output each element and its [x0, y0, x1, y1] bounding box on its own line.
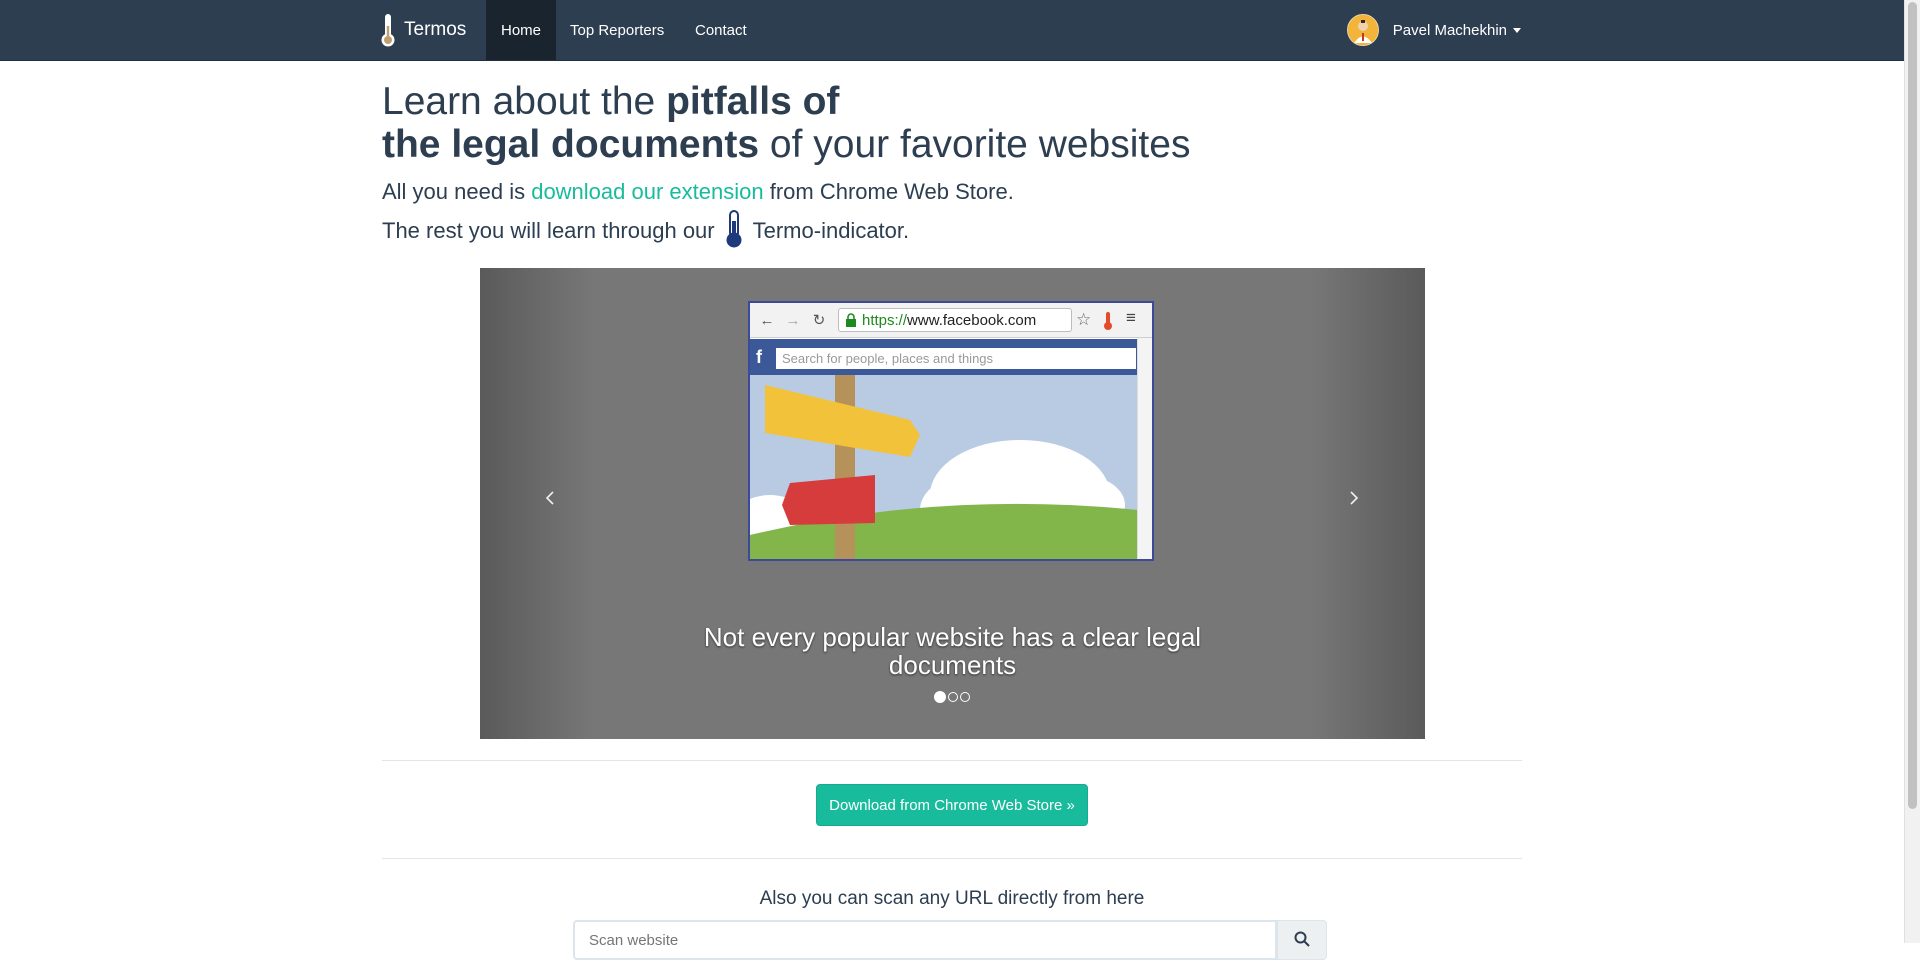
star-icon: ☆	[1076, 310, 1092, 329]
download-extension-link[interactable]: download our extension	[531, 179, 763, 204]
thermometer-icon	[381, 14, 395, 47]
download-chrome-button[interactable]: Download from Chrome Web Store »	[816, 784, 1088, 826]
carousel-indicator[interactable]	[948, 692, 958, 702]
lead-text: Termo-indicator.	[752, 217, 910, 243]
mock-address-bar: https://www.facebook.com	[838, 308, 1072, 332]
lead-text: The rest you will learn through our	[382, 217, 715, 243]
nav-home[interactable]: Home	[486, 0, 557, 60]
back-arrow-icon: ←	[759, 311, 775, 329]
thermometer-icon	[723, 209, 745, 255]
chevron-left-icon	[545, 491, 554, 505]
url-scheme: https://	[862, 311, 908, 329]
divider	[382, 858, 1522, 859]
divider	[382, 760, 1522, 761]
lead-text: All you need is	[382, 179, 532, 204]
carousel: ← → ↻ https://www.facebook.com ☆ ≡ f Sea…	[480, 268, 1425, 739]
page-title: Learn about the pitfalls of the legal do…	[382, 80, 1282, 166]
carousel-indicators	[934, 691, 970, 703]
title-bold: the legal documents	[382, 123, 760, 166]
thermometer-icon	[1104, 312, 1112, 330]
scrollbar-thumb[interactable]	[1908, 2, 1917, 809]
caret-down-icon	[1513, 27, 1521, 33]
carousel-prev-button[interactable]	[535, 483, 565, 513]
browser-screenshot: ← → ↻ https://www.facebook.com ☆ ≡ f Sea…	[748, 301, 1154, 561]
carousel-next-button[interactable]	[1339, 483, 1369, 513]
title-bold: pitfalls of	[666, 80, 840, 123]
mock-facebook-header: f Search for people, places and things	[750, 339, 1138, 375]
brand-name: Termos	[404, 19, 467, 40]
user-name: Pavel Machekhin	[1392, 21, 1507, 39]
scan-url-input[interactable]	[573, 920, 1277, 960]
avatar	[1346, 14, 1379, 46]
search-icon	[1294, 931, 1310, 947]
mock-search-box: Search for people, places and things	[776, 348, 1136, 369]
lead-line-1: All you need is download our extension f…	[382, 179, 1014, 205]
lead-line-2: The rest you will learn through our Term…	[382, 209, 909, 255]
nav-top-reporters[interactable]: Top Reporters	[555, 0, 679, 60]
brand-link[interactable]: Termos	[380, 0, 466, 60]
carousel-indicator[interactable]	[960, 692, 970, 702]
mock-toolbar: ← → ↻ https://www.facebook.com ☆ ≡	[750, 303, 1152, 338]
page-scrollbar[interactable]	[1904, 0, 1920, 943]
facebook-logo-icon: f	[756, 347, 762, 367]
signpost-illustration	[750, 375, 1138, 559]
reload-icon: ↻	[812, 312, 826, 329]
scan-title: Also you can scan any URL directly from …	[759, 888, 1145, 909]
chevron-right-icon	[1350, 491, 1359, 505]
carousel-caption: Not every popular website has a clear le…	[703, 622, 1202, 680]
url-host: www.facebook.com	[907, 311, 1037, 329]
scan-button[interactable]	[1277, 920, 1327, 960]
lock-icon	[846, 313, 856, 327]
user-menu[interactable]: Pavel Machekhin	[1346, 0, 1521, 60]
carousel-indicator[interactable]	[934, 691, 946, 703]
menu-icon: ≡	[1126, 308, 1136, 327]
nav-contact[interactable]: Contact	[680, 0, 762, 60]
navbar: Termos Home Top Reporters Contact Pavel …	[0, 0, 1905, 61]
mock-scrollbar	[1137, 338, 1152, 559]
title-text: Learn about the	[382, 80, 667, 123]
title-text: of your favorite websites	[759, 123, 1191, 166]
lead-text: from Chrome Web Store.	[763, 179, 1014, 204]
forward-arrow-icon: →	[785, 311, 801, 329]
